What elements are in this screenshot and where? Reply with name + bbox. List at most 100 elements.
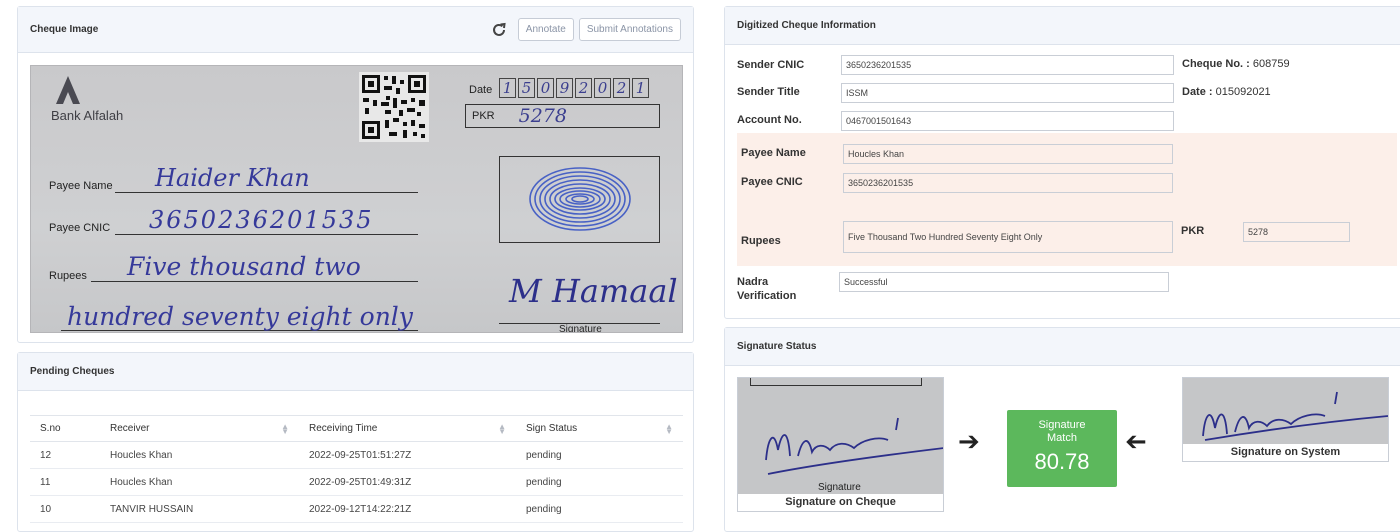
fingerprint-icon (529, 167, 631, 231)
signature-match-score: 80.78 (1034, 449, 1090, 474)
table-row[interactable]: 10 TANVIR HUSSAIN 2022-09-12T14:22:21Z p… (30, 495, 683, 523)
date-digit: 2 (575, 78, 592, 98)
date-digit: 2 (613, 78, 630, 98)
account-no-field[interactable] (841, 111, 1174, 131)
date-digit: 0 (537, 78, 554, 98)
bank-name: Bank Alfalah (51, 108, 124, 123)
sender-title-field[interactable] (841, 83, 1174, 103)
cell-receiving-time: 2022-09-25T01:49:31Z (299, 468, 516, 496)
cheque-image-title: Cheque Image (30, 24, 99, 35)
signature-on-cheque-caption: Signature on Cheque (785, 496, 896, 508)
cheque-image: Bank Alfalah Date 1 5 0 9 2 0 2 1 PKR 52… (30, 65, 683, 333)
cheque-rupees-label: Rupees (49, 270, 87, 282)
cheque-payee-cnic-hand: 3650236201535 (149, 206, 374, 234)
cheque-no: Cheque No. : 608759 (1182, 58, 1290, 70)
cell-sno: 10 (30, 495, 100, 523)
submit-annotations-button[interactable]: Submit Annotations (578, 18, 681, 41)
arrow-right-icon: ➔ (958, 426, 980, 456)
arrow-left-icon: ➔ (1125, 426, 1147, 456)
cheque-pkr-box: PKR 5278 (465, 104, 660, 128)
signature-match-title: Signature Match (1038, 419, 1086, 444)
digitized-info-panel: Digitized Cheque Information Sender CNIC… (724, 6, 1400, 319)
cheque-pkr-value: 5278 (518, 105, 567, 127)
cheque-rupees-hand-2: hundred seventy eight only (67, 302, 413, 331)
cheque-image-header: Cheque Image Annotate Submit Annotations (18, 7, 693, 53)
pending-cheques-panel: Pending Cheques S.no Receiver ▲ ▼ Receivin… (17, 352, 694, 532)
signature-status-title: Signature Status (737, 341, 817, 352)
rupees-field[interactable] (843, 221, 1173, 253)
rupees-line-1 (91, 281, 418, 282)
signature-on-system: Signature on System (1182, 377, 1389, 462)
signature-match-badge: Signature Match 80.78 (1007, 410, 1117, 487)
signature-scribble-icon (765, 417, 943, 475)
cell-receiving-time: 2022-09-12T14:22:21Z (299, 495, 516, 523)
date-digit: 1 (632, 78, 649, 98)
cheque-signature-inner-label: Signature (818, 482, 861, 493)
rupees-label: Rupees (741, 235, 781, 247)
column-header-sign-status[interactable]: Sign Status ▲ ▼ (516, 415, 683, 442)
digitized-info-header: Digitized Cheque Information (725, 7, 1400, 45)
table-header-row: S.no Receiver ▲ ▼ Receiving Time ▲ ▼ Sign St… (30, 415, 683, 442)
cell-receiving-time: 2022-09-25T01:51:27Z (299, 441, 516, 469)
cell-receiver: Houcles Khan (100, 441, 299, 469)
payee-name-line (115, 192, 418, 193)
cell-sno: 12 (30, 441, 100, 469)
qr-code-icon (359, 72, 429, 142)
column-header-receiver[interactable]: Receiver ▲ ▼ (100, 415, 299, 442)
cheque-payee-name-label: Payee Name (49, 180, 113, 192)
cheque-date: Date : 015092021 (1182, 86, 1271, 98)
cheque-payee-cnic-label: Payee CNIC (49, 222, 111, 234)
annotate-button[interactable]: Annotate (517, 18, 574, 41)
cheque-signature-label: Signature (559, 324, 602, 333)
cheque-signature-hand: M Hamaal (509, 272, 678, 310)
payee-cnic-field[interactable] (843, 173, 1173, 193)
pkr-label: PKR (1181, 225, 1205, 237)
cell-receiver: Houcles Khan (100, 468, 299, 496)
column-header-sno[interactable]: S.no (30, 415, 100, 442)
payee-cnic-line (115, 234, 418, 235)
column-header-receiving-time[interactable]: Receiving Time ▲ ▼ (299, 415, 516, 442)
account-no-label: Account No. (737, 114, 802, 126)
table-row[interactable]: 11 Houcles Khan 2022-09-25T01:49:31Z pen… (30, 468, 683, 496)
pending-cheques-title: Pending Cheques (30, 366, 115, 377)
cheque-signature-image: Signature (738, 378, 943, 494)
sender-title-label: Sender Title (737, 86, 800, 98)
date-digit: 0 (594, 78, 611, 98)
cheque-rupees-hand-1: Five thousand two (127, 252, 361, 281)
date-digit: 5 (518, 78, 535, 98)
signature-on-system-caption: Signature on System (1230, 446, 1341, 458)
signature-on-cheque: Signature Signature on Cheque (737, 377, 944, 512)
sort-icon[interactable]: ▲ ▼ (281, 423, 289, 436)
bank-logo-icon (56, 76, 80, 104)
cheque-image-panel: Cheque Image Annotate Submit Annotations… (17, 6, 694, 343)
date-digit: 1 (499, 78, 516, 98)
date-digit: 9 (556, 78, 573, 98)
signature-status-header: Signature Status (725, 328, 1400, 366)
digitized-info-title: Digitized Cheque Information (737, 20, 876, 31)
nadra-verification-label: Nadra Verification (737, 276, 797, 302)
cheque-payee-name-hand: Haider Khan (155, 164, 310, 192)
pending-cheques-header: Pending Cheques (18, 353, 693, 391)
nadra-verification-field[interactable] (839, 272, 1169, 292)
cheque-date-label: Date (469, 84, 493, 96)
cell-receiver: TANVIR HUSSAIN (100, 495, 299, 523)
payee-name-field[interactable] (843, 144, 1173, 164)
cell-sign-status: pending (516, 495, 683, 523)
sort-icon[interactable]: ▲ ▼ (498, 423, 506, 436)
thumbprint-box (499, 156, 660, 243)
cell-sign-status: pending (516, 468, 683, 496)
cell-sno: 11 (30, 468, 100, 496)
refresh-icon[interactable] (489, 20, 509, 40)
cheque-pkr-label: PKR (472, 110, 495, 122)
pending-cheques-table: S.no Receiver ▲ ▼ Receiving Time ▲ ▼ Sign St… (30, 415, 683, 523)
pkr-field[interactable] (1243, 222, 1350, 242)
signature-status-panel: Signature Status Signature Signature on … (724, 327, 1400, 532)
sender-cnic-field[interactable] (841, 55, 1174, 75)
sender-cnic-label: Sender CNIC (737, 59, 805, 71)
cell-sign-status: pending (516, 441, 683, 469)
table-row[interactable]: 12 Houcles Khan 2022-09-25T01:51:27Z pen… (30, 441, 683, 469)
cheque-date-boxes: 1 5 0 9 2 0 2 1 (499, 78, 649, 98)
signature-scribble-icon (1202, 391, 1388, 441)
system-signature-image (1183, 378, 1388, 444)
sort-icon[interactable]: ▲ ▼ (665, 423, 673, 436)
